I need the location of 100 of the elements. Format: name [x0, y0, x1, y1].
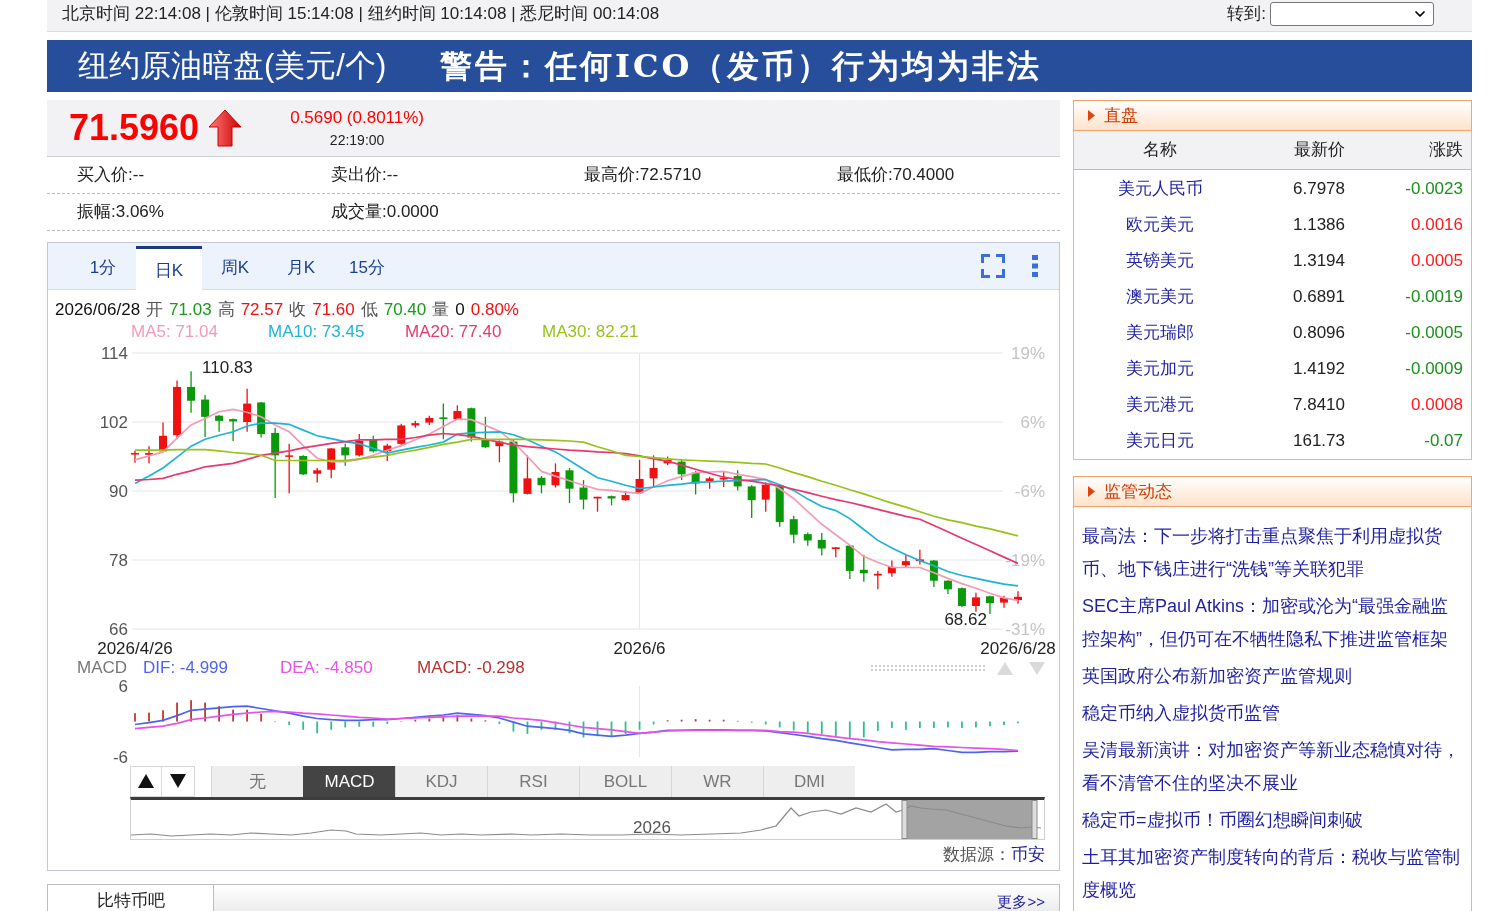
quote-field-text: 开: [146, 299, 164, 322]
candle: [929, 559, 938, 588]
macd-bar: [526, 721, 529, 734]
macd-bar: [512, 721, 515, 732]
candle: [985, 595, 994, 615]
quote-field-text: 收: [289, 299, 307, 322]
world-clock-text: 北京时间 22:14:08 | 伦敦时间 15:14:08 | 纽约时间 10:14:08 | 悉尼时间 00:14:08: [62, 2, 660, 25]
period-tab[interactable]: 15分: [334, 246, 400, 289]
currency-pair-link[interactable]: 美元日元: [1126, 428, 1194, 454]
axis-label: 6%: [1020, 412, 1045, 432]
column-header: 最新价: [1294, 139, 1345, 162]
forum-tab[interactable]: 比特币吧: [48, 885, 214, 911]
candle: [341, 443, 350, 467]
quote-field-text: 72.57: [240, 299, 284, 322]
axis-label: 6: [118, 677, 128, 696]
indicator-readout: DIF: -4.999: [143, 658, 229, 678]
macd-bar: [862, 721, 865, 738]
resize-handle[interactable]: [901, 799, 908, 839]
move-down-button[interactable]: [162, 766, 195, 797]
macd-bar: [302, 721, 305, 730]
indicator-tab[interactable]: MACD: [303, 766, 395, 797]
news-link[interactable]: 土耳其加密资产制度转向的背后：税收与监管制度概览: [1082, 841, 1462, 907]
candle: [383, 443, 392, 462]
indicator-tab[interactable]: BOLL: [579, 766, 671, 797]
candle: [1000, 595, 1008, 609]
fullscreen-icon[interactable]: [981, 254, 1005, 278]
news-link[interactable]: 最高法：下一步将打击重点聚焦于利用虚拟货币、地下钱庄进行“洗钱”等关联犯罪: [1082, 520, 1462, 586]
axis-label: -6: [112, 747, 128, 766]
currency-pair-link[interactable]: 澳元美元: [1126, 284, 1194, 310]
candle: [887, 559, 896, 578]
news-link[interactable]: SEC主席Paul Atkins：加密或沦为“最强金融监控架构”，但仍可在不牺牲隐私下推进监管框架: [1082, 590, 1462, 656]
axis-label: 2026/6/28: [980, 638, 1056, 658]
axis-label: 114: [100, 343, 128, 363]
candle: [131, 450, 139, 464]
candle: [369, 435, 378, 454]
macd-bar: [540, 721, 543, 730]
change-text: -0.0019: [1405, 286, 1463, 309]
macd-bar: [848, 721, 851, 739]
candle: [943, 579, 952, 595]
indicator-tab[interactable]: KDJ: [395, 766, 487, 797]
macd-bar: [386, 721, 389, 724]
candle: [649, 454, 658, 489]
period-tab[interactable]: 日K: [136, 246, 202, 290]
selection-window[interactable]: [906, 799, 1034, 839]
indicator-tab[interactable]: 无: [211, 766, 303, 797]
macd-bar: [652, 721, 655, 725]
change-text: 0.0016: [1411, 214, 1463, 237]
price-change: 0.5690 (0.8011%): [290, 107, 425, 129]
price-text: 161.73: [1293, 430, 1345, 453]
move-up-button[interactable]: [130, 766, 162, 797]
period-tab[interactable]: 1分: [70, 246, 136, 289]
news-link[interactable]: 吴清最新演讲：对加密资产等新业态稳慎对待，看不清管不住的坚决不展业: [1082, 734, 1462, 800]
candle: [705, 476, 714, 490]
macd-bar: [820, 721, 823, 734]
macd-bar: [876, 721, 879, 731]
candle: [271, 427, 280, 499]
axis-label: -19%: [1005, 550, 1045, 570]
warning-text: 警告：任何ICO（发币）行为均为非法: [440, 50, 1043, 82]
period-tab[interactable]: 月K: [268, 246, 334, 289]
macd-bar: [722, 719, 725, 722]
indicator-tab[interactable]: DMI: [763, 766, 855, 797]
candle: [901, 553, 910, 569]
macd-bar: [470, 718, 473, 722]
news-link[interactable]: 英国政府公布新加密资产监管规则: [1082, 660, 1462, 693]
price-text: 0.6891: [1293, 286, 1345, 309]
candle: [551, 462, 560, 489]
down-triangle-icon: [170, 774, 186, 789]
more-link[interactable]: 更多>>: [997, 891, 1045, 911]
macd-bar: [792, 721, 795, 731]
news-link[interactable]: 稳定币纳入虚拟货币监管: [1082, 697, 1462, 730]
more-vertical-icon[interactable]: [1032, 255, 1038, 277]
candle: [313, 467, 322, 484]
resize-handle[interactable]: [1031, 799, 1038, 839]
indicator-tab[interactable]: RSI: [487, 766, 579, 797]
candle: [677, 458, 686, 481]
candle: [327, 447, 336, 479]
macd-bar: [708, 719, 711, 722]
candle: [411, 420, 420, 429]
currency-pair-link[interactable]: 欧元美元: [1126, 212, 1194, 238]
column-header: 名称: [1143, 139, 1177, 162]
quote-field-text: 高: [217, 299, 235, 322]
news-link[interactable]: 稳定币=虚拟币！币圈幻想瞬间刺破: [1082, 804, 1462, 837]
price-text: 0.8096: [1293, 322, 1345, 345]
period-tab[interactable]: 周K: [202, 246, 268, 289]
source-link[interactable]: 币安: [1011, 842, 1045, 868]
moving-average-readout: MA10: 73.45: [268, 322, 365, 342]
currency-pair-link[interactable]: 美元瑞郎: [1126, 320, 1194, 346]
candle: [831, 546, 840, 558]
currency-pair-link[interactable]: 英镑美元: [1126, 248, 1194, 274]
currency-pair-link[interactable]: 美元人民币: [1117, 176, 1203, 202]
axis-label: 2026/4/26: [97, 638, 173, 658]
goto-select[interactable]: [1270, 1, 1434, 26]
grip-icon[interactable]: [870, 664, 985, 672]
indicator-tab[interactable]: WR: [671, 766, 763, 797]
candle: [691, 470, 700, 496]
moving-average-readout: MA5: 71.04: [131, 322, 218, 342]
candle: [845, 544, 854, 580]
currency-pair-link[interactable]: 美元加元: [1126, 356, 1194, 382]
stat-text: 卖出价:--: [331, 165, 399, 185]
currency-pair-link[interactable]: 美元港元: [1126, 392, 1194, 418]
